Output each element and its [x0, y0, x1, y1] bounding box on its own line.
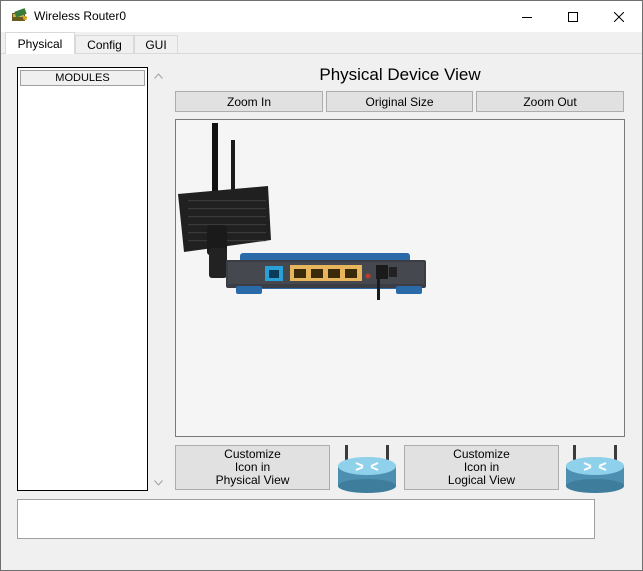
customize-label: Logical View	[447, 473, 516, 487]
zoom-in-button[interactable]: Zoom In	[175, 91, 323, 112]
status-text-box	[17, 499, 595, 539]
wireless-router-window: Wireless Router0 Physical Config GUI MOD…	[0, 0, 643, 571]
maximize-icon	[568, 11, 578, 22]
close-icon	[614, 11, 624, 22]
customize-physical-icon-button[interactable]: Customize Icon in Physical View	[175, 445, 330, 490]
customize-logical-icon-button[interactable]: Customize Icon in Logical View	[404, 445, 559, 490]
tab-strip: Physical Config GUI	[1, 32, 642, 54]
router-icon	[566, 445, 624, 493]
zoom-out-button[interactable]: Zoom Out	[476, 91, 624, 112]
close-button[interactable]	[596, 1, 642, 32]
tab-physical[interactable]: Physical	[5, 32, 75, 54]
scroll-up-icon[interactable]	[154, 73, 163, 79]
window-title: Wireless Router0	[34, 9, 127, 23]
minimize-button[interactable]	[504, 1, 550, 32]
router-icon	[338, 445, 396, 493]
wireless-router-image	[178, 123, 426, 300]
scroll-down-icon[interactable]	[154, 480, 163, 486]
tab-gui[interactable]: GUI	[134, 35, 178, 53]
minimize-icon	[522, 16, 532, 18]
modules-list[interactable]: MODULES	[17, 67, 148, 491]
tab-config[interactable]: Config	[75, 35, 134, 53]
physical-device-view-title: Physical Device View	[319, 65, 481, 84]
modules-scrollbar[interactable]	[150, 67, 167, 491]
original-size-button[interactable]: Original Size	[326, 91, 473, 112]
title-bar: Wireless Router0	[1, 1, 642, 32]
power-cable	[377, 278, 380, 300]
tab-label: GUI	[145, 37, 167, 52]
tab-label: Physical	[17, 36, 63, 51]
tab-divider	[1, 53, 642, 54]
physical-device-view[interactable]	[175, 119, 625, 437]
tab-label: Config	[87, 37, 122, 52]
customize-label: Physical View	[215, 473, 290, 487]
packet-tracer-device-icon	[12, 8, 27, 21]
modules-header: MODULES	[20, 70, 145, 86]
maximize-button[interactable]	[550, 1, 596, 32]
